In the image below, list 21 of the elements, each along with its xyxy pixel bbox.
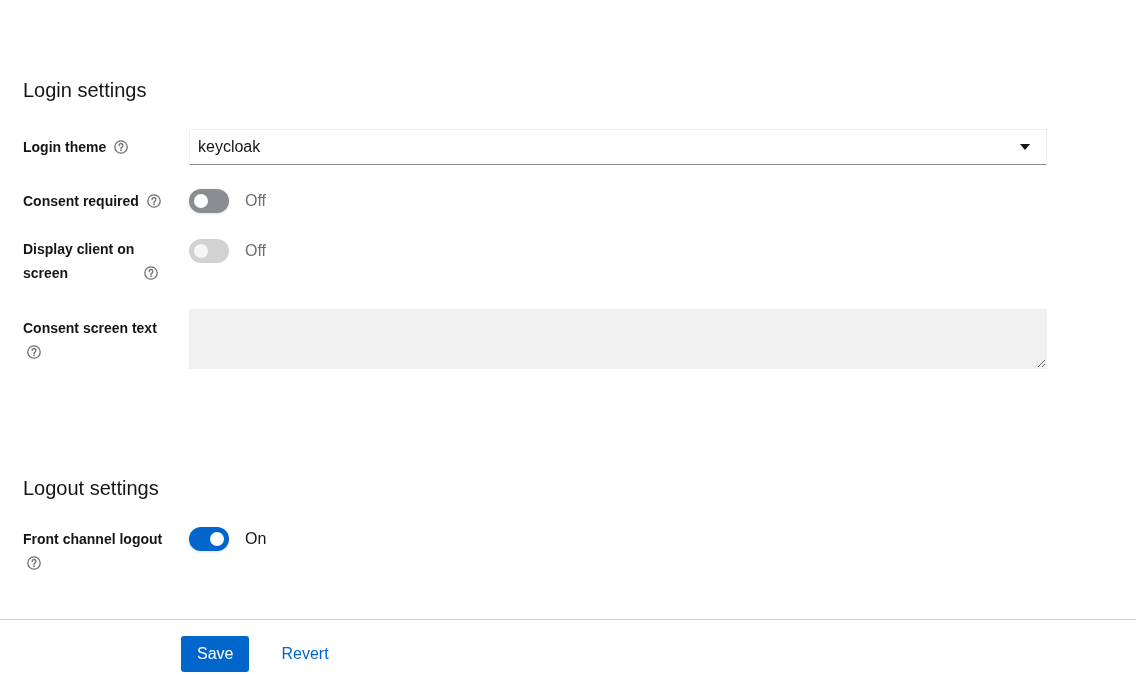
- revert-button[interactable]: Revert: [265, 636, 345, 672]
- section-heading: Logout settings: [23, 476, 159, 501]
- toggle-switch[interactable]: [189, 189, 229, 213]
- theme-select[interactable]: keycloak: [189, 129, 1047, 165]
- help-icon[interactable]: [114, 140, 129, 154]
- section-heading: Login settings: [23, 78, 147, 103]
- help-icon[interactable]: [146, 194, 161, 208]
- field-label: Login theme: [23, 139, 107, 155]
- save-button[interactable]: Save: [181, 636, 250, 672]
- toggle-switch[interactable]: [189, 527, 229, 551]
- toggle-status-label: Off: [245, 191, 267, 211]
- help-icon[interactable]: [27, 556, 41, 570]
- toggle-status-label: Off: [245, 241, 267, 261]
- toggle-status-label: On: [245, 529, 267, 549]
- field-label: Front channel logout: [23, 531, 163, 547]
- help-icon[interactable]: [143, 266, 158, 280]
- help-icon[interactable]: [27, 345, 41, 359]
- field-label: Display client on screen: [23, 240, 136, 283]
- caret-icon: [1020, 144, 1030, 150]
- field-label: Consent required: [23, 193, 139, 209]
- field-label: Consent screen text: [23, 320, 157, 336]
